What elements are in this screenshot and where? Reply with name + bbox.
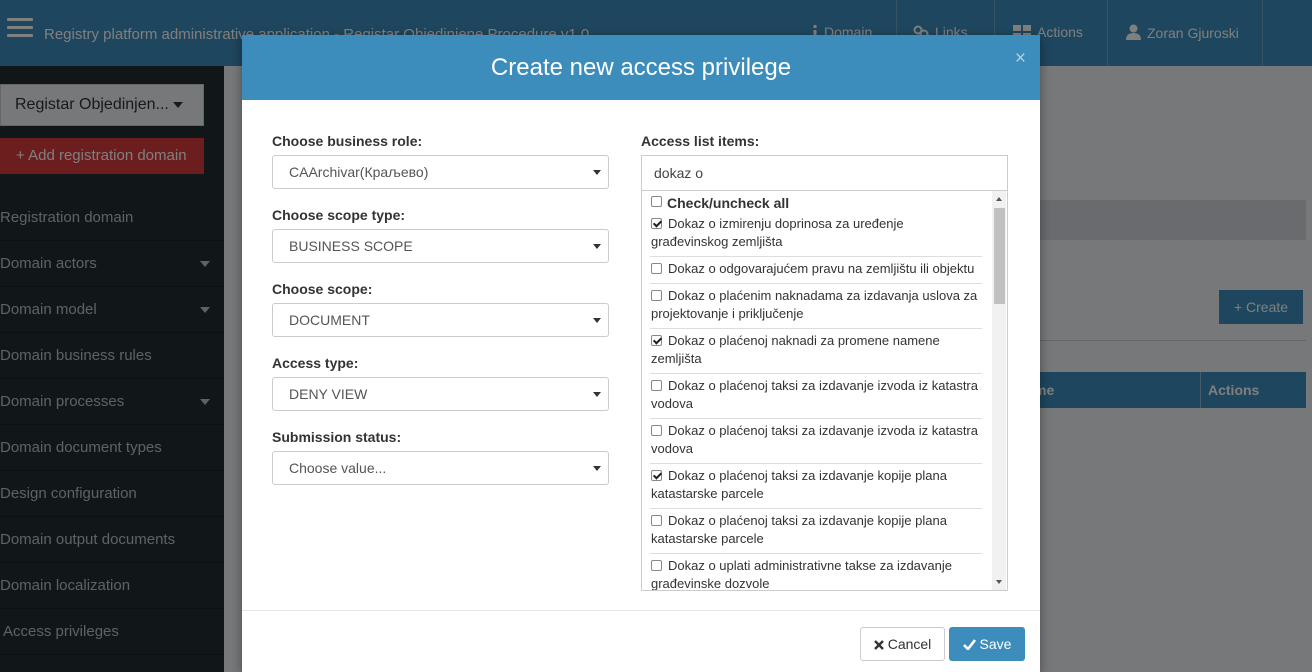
scope-type-select[interactable]: BUSINESS SCOPE (272, 229, 609, 263)
scope-select[interactable]: DOCUMENT (272, 303, 609, 337)
cancel-button[interactable]: Cancel (860, 627, 945, 661)
business-role-value: CAArchivar(Краљево) (289, 164, 429, 180)
check-all-checkbox[interactable] (651, 196, 662, 207)
item-checkbox[interactable] (651, 263, 662, 274)
select-arrow-icon (593, 244, 601, 249)
item-checkbox[interactable] (651, 470, 662, 481)
access-list-label: Access list items: (641, 133, 760, 149)
access-list: Check/uncheck all Dokaz o izmirenju dopr… (641, 190, 1008, 591)
list-item[interactable]: Dokaz o plaćenoj naknadi za promene name… (650, 329, 982, 374)
item-label: Dokaz o uplati administrativne takse za … (651, 558, 952, 591)
submission-status-select[interactable]: Choose value... (272, 451, 609, 485)
access-list-items: Check/uncheck all Dokaz o izmirenju dopr… (650, 191, 982, 591)
access-type-select[interactable]: DENY VIEW (272, 377, 609, 411)
list-item[interactable]: Dokaz o uplati administrativne takse za … (650, 554, 982, 591)
scroll-down-arrow-icon[interactable] (996, 580, 1002, 584)
access-list-filter-input[interactable]: dokaz o (641, 155, 1008, 190)
access-type-value: DENY VIEW (289, 386, 368, 402)
item-label: Dokaz o plaćenim naknadama za izdavanja … (651, 288, 978, 321)
modal-title: Create new access privilege (490, 54, 792, 81)
close-icon (873, 640, 884, 650)
submission-status-label: Submission status: (272, 429, 402, 445)
save-button[interactable]: Save (949, 627, 1025, 661)
item-label: Dokaz o plaćenoj taksi za izdavanje izvo… (651, 378, 978, 411)
cancel-label: Cancel (887, 636, 932, 652)
business-role-label: Choose business role: (272, 133, 423, 149)
check-all-label: Check/uncheck all (667, 195, 790, 211)
access-type-label: Access type: (272, 355, 359, 371)
scope-type-label: Choose scope type: (272, 207, 406, 223)
list-item[interactable]: Dokaz o plaćenoj taksi za izdavanje izvo… (650, 374, 982, 419)
scroll-up-arrow-icon[interactable] (996, 197, 1002, 201)
business-role-select[interactable]: CAArchivar(Краљево) (272, 155, 609, 189)
modal-header: Create new access privilege × (242, 35, 1040, 100)
list-item[interactable]: Dokaz o plaćenoj taksi za izdavanje kopi… (650, 464, 982, 509)
select-arrow-icon (593, 466, 601, 471)
list-item[interactable]: Dokaz o plaćenim naknadama za izdavanja … (650, 284, 982, 329)
list-scrollbar[interactable] (992, 191, 1006, 590)
item-checkbox[interactable] (651, 380, 662, 391)
check-all-toggle[interactable]: Check/uncheck all (650, 191, 982, 212)
select-arrow-icon (593, 392, 601, 397)
item-label: Dokaz o plaćenoj taksi za izdavanje izvo… (651, 423, 978, 456)
modal-footer-divider (242, 610, 1040, 611)
item-label: Dokaz o izmirenju doprinosa za uređenje … (651, 216, 904, 249)
create-access-privilege-modal: Create new access privilege × Choose bus… (242, 35, 1040, 672)
item-label: Dokaz o odgovarajućem pravu na zemljištu… (668, 261, 975, 276)
save-label: Save (979, 636, 1012, 652)
select-arrow-icon (593, 170, 601, 175)
close-icon[interactable]: × (1015, 49, 1026, 69)
item-checkbox[interactable] (651, 560, 662, 571)
item-checkbox[interactable] (651, 425, 662, 436)
item-label: Dokaz o plaćenoj naknadi za promene name… (651, 333, 940, 366)
list-item[interactable]: Dokaz o odgovarajućem pravu na zemljištu… (650, 257, 982, 284)
item-checkbox[interactable] (651, 290, 662, 301)
item-checkbox[interactable] (651, 218, 662, 229)
item-label: Dokaz o plaćenoj taksi za izdavanje kopi… (651, 468, 947, 501)
scrollbar-thumb[interactable] (994, 208, 1005, 304)
scope-label: Choose scope: (272, 281, 373, 297)
select-arrow-icon (593, 318, 601, 323)
submission-status-value: Choose value... (289, 460, 387, 476)
scope-type-value: BUSINESS SCOPE (289, 238, 413, 254)
list-item[interactable]: Dokaz o plaćenoj taksi za izdavanje izvo… (650, 419, 982, 464)
checkmark-icon (962, 639, 976, 651)
item-checkbox[interactable] (651, 335, 662, 346)
item-checkbox[interactable] (651, 515, 662, 526)
scope-value: DOCUMENT (289, 312, 370, 328)
item-label: Dokaz o plaćenoj taksi za izdavanje kopi… (651, 513, 947, 546)
list-item[interactable]: Dokaz o izmirenju doprinosa za uređenje … (650, 212, 982, 257)
list-item[interactable]: Dokaz o plaćenoj taksi za izdavanje kopi… (650, 509, 982, 554)
